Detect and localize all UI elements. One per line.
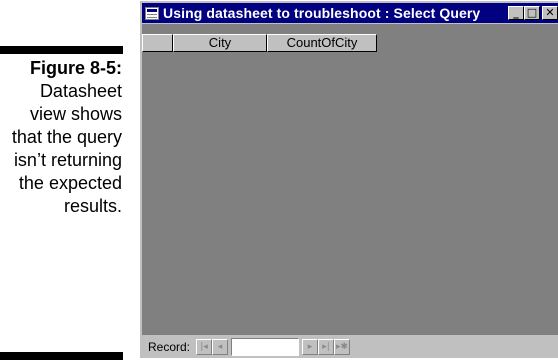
minimize-button[interactable]: _ [508,6,524,20]
caption-rule-bottom [0,352,123,360]
window-controls: _ □ ✕ [508,6,558,20]
select-all-selector[interactable] [142,34,173,52]
maximize-button[interactable]: □ [524,6,540,20]
select-query-window: Using datasheet to troubleshoot : Select… [139,0,558,358]
figure-caption-text: Datasheet view shows that the query isn’… [11,81,122,216]
datasheet-grid[interactable]: City CountOfCity [142,24,558,334]
new-record-button[interactable]: ▸✱ [334,338,351,355]
figure-caption: Figure 8-5: Datasheet view shows that th… [0,57,122,218]
record-label: Record: [148,339,191,354]
window-title: Using datasheet to troubleshoot : Select… [163,5,481,21]
figure-label: Figure 8-5: [29,58,122,78]
next-record-button[interactable]: ▸ [302,338,319,355]
last-record-button[interactable]: ▸| [318,338,335,355]
datasheet-icon[interactable] [145,6,159,20]
window-titlebar[interactable]: Using datasheet to troubleshoot : Select… [142,3,558,23]
caption-rule-top [0,46,123,54]
record-navigation-bar: Record: |◂ ◂ ▸ ▸| ▸✱ [142,334,558,358]
record-number-field[interactable] [231,337,300,356]
column-header-row: City CountOfCity [142,34,377,52]
column-header-city[interactable]: City [173,34,267,52]
first-record-button[interactable]: |◂ [196,338,213,355]
column-header-countofcity[interactable]: CountOfCity [267,34,377,52]
previous-record-button[interactable]: ◂ [212,338,229,355]
close-button[interactable]: ✕ [542,6,558,20]
